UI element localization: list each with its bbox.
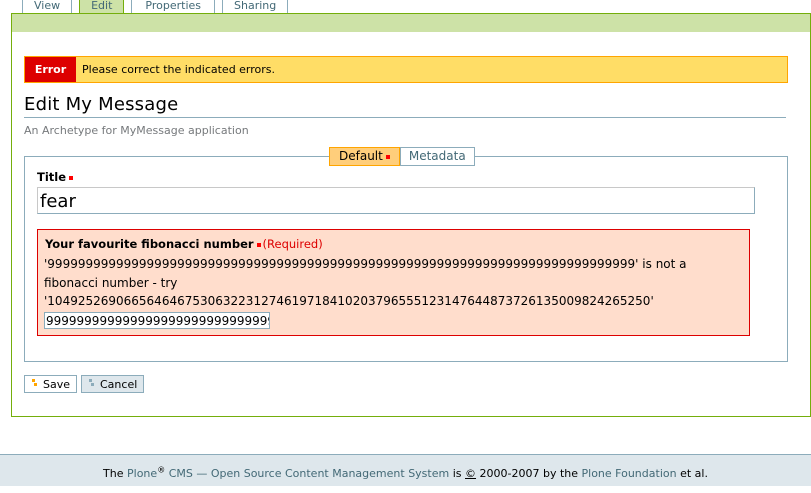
tab-view[interactable]: View <box>22 0 73 13</box>
content-actions-bar <box>11 13 811 33</box>
tab-sharing[interactable]: Sharing <box>222 0 289 13</box>
tab-default-label: Default <box>339 149 383 163</box>
error-message-box: Error Please correct the indicated error… <box>24 56 788 83</box>
tab-default[interactable]: Default <box>329 147 400 166</box>
heading-divider <box>24 117 786 118</box>
required-marker-icon <box>385 154 390 159</box>
title-label-text: Title <box>37 170 67 184</box>
required-text: (Required) <box>262 237 323 251</box>
content-tabs: View Edit Properties Sharing <box>22 0 295 14</box>
footer-years: 2000-2007 by the <box>479 467 579 480</box>
save-icon <box>32 379 37 389</box>
save-button-label: Save <box>43 378 71 391</box>
cancel-icon <box>89 379 94 389</box>
fibonacci-error-line-3: '104925269066564646753063223127461971841… <box>44 294 654 308</box>
fibonacci-field-label: Your favourite fibonacci number (Required… <box>45 237 323 251</box>
tab-properties[interactable]: Properties <box>131 0 216 13</box>
page-title: Edit My Message <box>24 94 179 115</box>
fibonacci-error-line-1: '999999999999999999999999999999999999999… <box>44 257 687 271</box>
fibonacci-label-text: Your favourite fibonacci number <box>45 237 254 251</box>
copyright-symbol: © <box>465 467 477 480</box>
fibonacci-input[interactable]: 9999999999999999999999999999999999999999… <box>44 312 270 329</box>
required-marker-icon <box>69 175 74 180</box>
save-button[interactable]: Save <box>24 375 77 393</box>
schemata-tabs: Default Metadata <box>329 147 475 166</box>
footer-text-is: is <box>452 467 462 480</box>
cms-link[interactable]: CMS — Open Source Content Management Sys… <box>169 467 450 480</box>
fibonacci-error-line-2: fibonacci number - try <box>44 276 178 290</box>
footer-text-the: The <box>103 467 124 480</box>
required-marker-icon <box>256 242 261 247</box>
error-text: Please correct the indicated errors. <box>82 63 276 76</box>
registered-mark: ® <box>157 465 166 475</box>
error-label: Error <box>25 57 76 82</box>
page-description: An Archetype for MyMessage application <box>24 124 249 137</box>
cancel-button-label: Cancel <box>100 378 138 391</box>
plone-link[interactable]: Plone <box>127 467 157 480</box>
fibonacci-field-error: Your favourite fibonacci number (Required… <box>37 229 750 336</box>
tab-edit[interactable]: Edit <box>79 0 125 13</box>
title-field-label: Title <box>37 170 74 184</box>
plone-foundation-link[interactable]: Plone Foundation <box>582 467 677 480</box>
cancel-button[interactable]: Cancel <box>81 375 144 393</box>
tab-metadata[interactable]: Metadata <box>399 147 475 166</box>
title-input[interactable]: fear <box>37 187 755 214</box>
footer-etal: et al. <box>680 467 708 480</box>
footer: The Plone® CMS — Open Source Content Man… <box>0 454 811 486</box>
